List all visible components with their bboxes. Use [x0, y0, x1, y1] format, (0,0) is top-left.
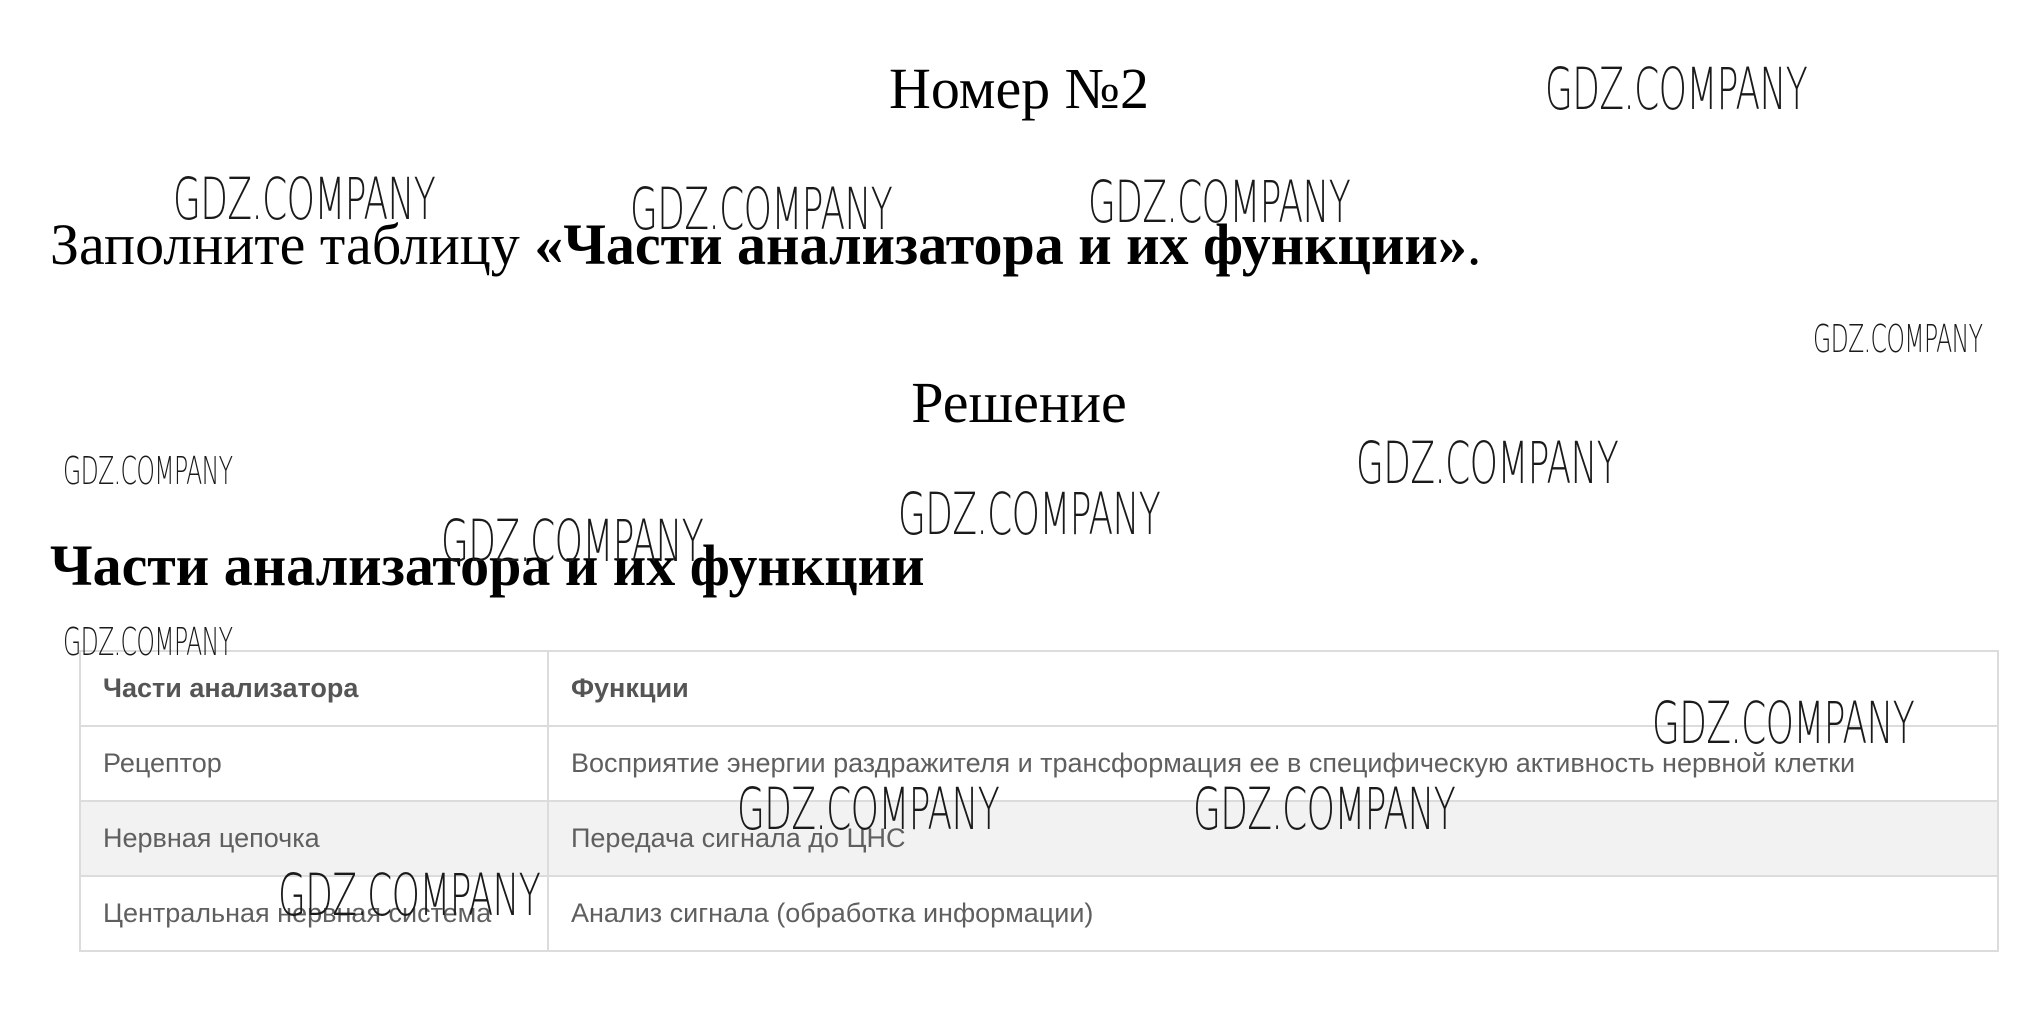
watermark: GDZ.COMPANY	[1813, 317, 1983, 361]
watermark: GDZ.COMPANY	[1356, 429, 1619, 497]
watermark: GDZ.COMPANY	[63, 449, 233, 493]
watermark: GDZ.COMPANY	[737, 775, 1000, 843]
table-cell: Анализ сигнала (обработка информации)	[547, 875, 1999, 952]
task-suffix: .	[1466, 212, 1482, 277]
watermark: GDZ.COMPANY	[630, 175, 893, 243]
watermark: GDZ.COMPANY	[278, 861, 541, 929]
watermark: GDZ.COMPANY	[1545, 55, 1808, 123]
watermark: GDZ.COMPANY	[1652, 689, 1915, 757]
watermark: GDZ.COMPANY	[898, 480, 1161, 548]
watermark: GDZ.COMPANY	[441, 507, 704, 575]
watermark: GDZ.COMPANY	[1193, 775, 1456, 843]
watermark: GDZ.COMPANY	[173, 165, 436, 233]
watermark: GDZ.COMPANY	[1088, 168, 1351, 236]
table-cell: Рецептор	[79, 725, 549, 802]
solution-heading: Решение	[911, 370, 1127, 435]
watermark: GDZ.COMPANY	[63, 620, 233, 664]
